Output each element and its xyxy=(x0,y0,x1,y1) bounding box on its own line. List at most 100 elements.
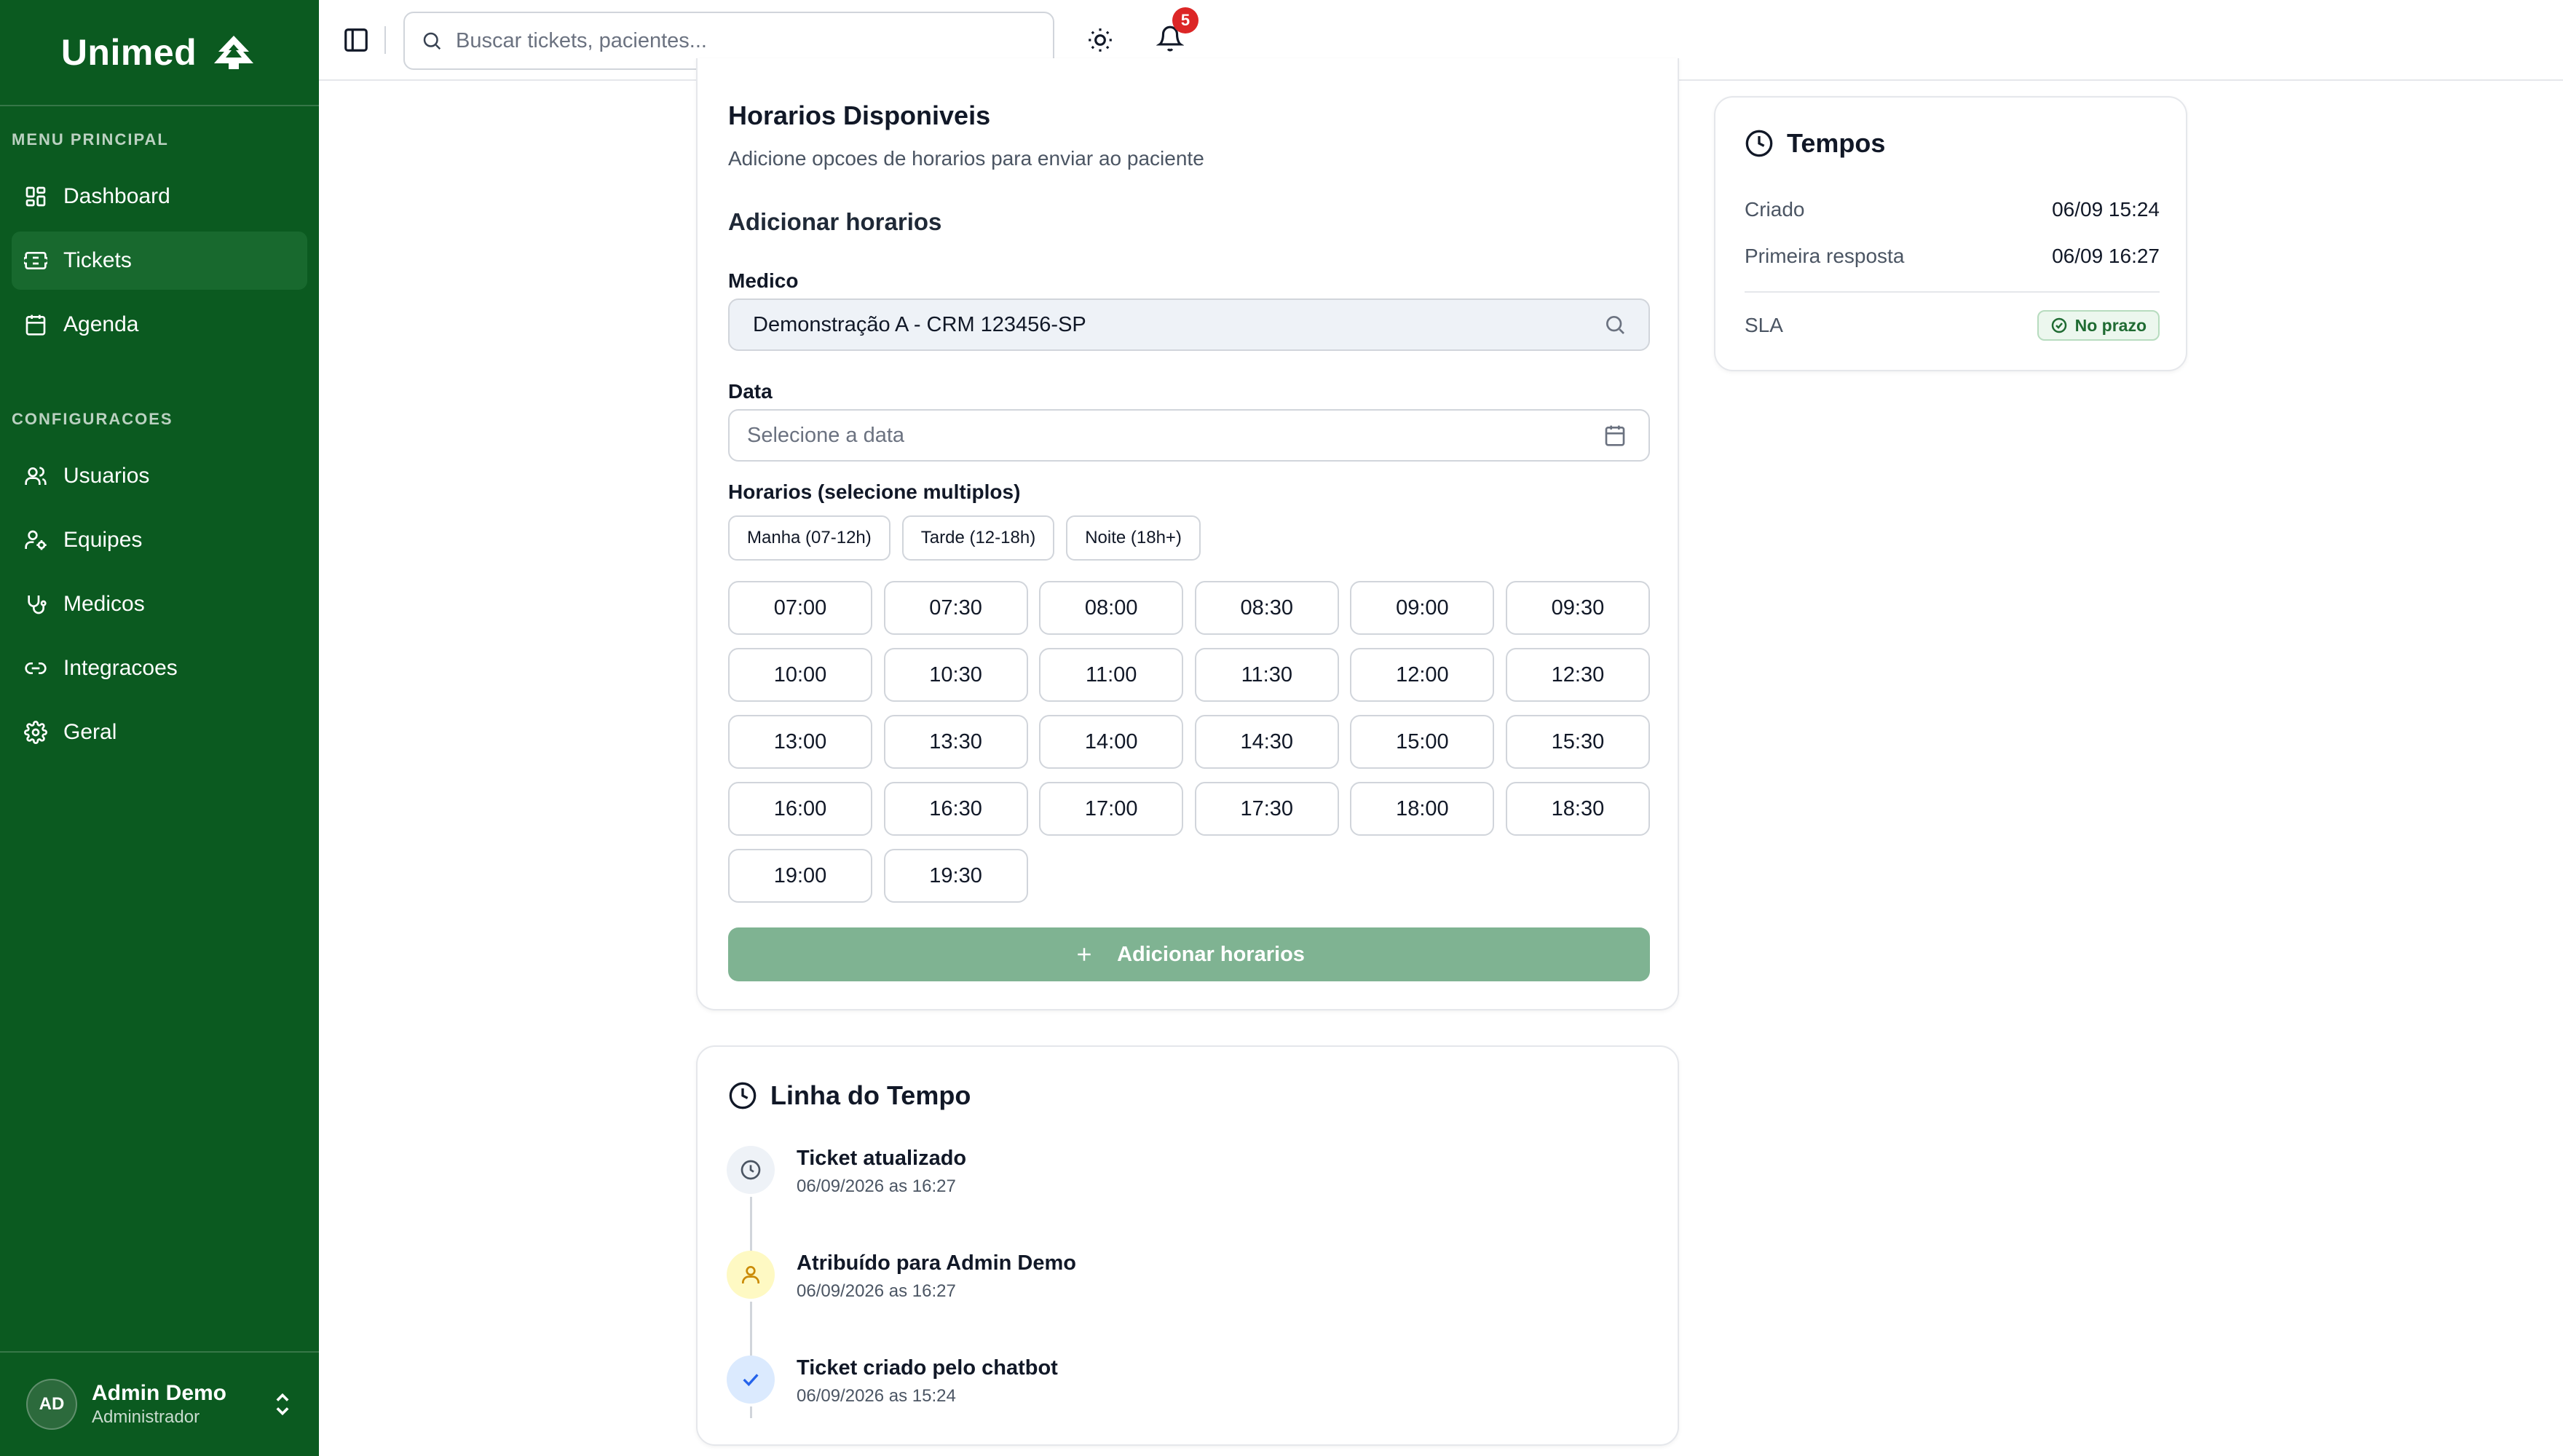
nav-config: Usuarios Equipes Medicos Integracoes Ger… xyxy=(0,447,319,761)
timeline-date: 06/09/2026 as 16:27 xyxy=(797,1281,956,1301)
time-slot-button[interactable]: 13:30 xyxy=(883,715,1028,769)
data-label: Data xyxy=(728,380,773,403)
plus-icon xyxy=(1078,948,1091,961)
sidebar-item-integracoes[interactable]: Integracoes xyxy=(12,639,307,697)
user-role: Administrador xyxy=(92,1407,200,1427)
time-slot-button[interactable]: 14:30 xyxy=(1194,715,1339,769)
sla-status: No prazo xyxy=(2074,315,2147,335)
sidebar-item-usuarios[interactable]: Usuarios xyxy=(12,447,307,505)
time-slot-button[interactable]: 07:00 xyxy=(728,581,872,635)
tempos-title: Tempos xyxy=(1787,128,1886,158)
timeline-connector xyxy=(750,1406,752,1418)
timeline-connector xyxy=(750,1197,752,1254)
time-slot-button[interactable]: 19:30 xyxy=(883,849,1028,903)
gear-icon xyxy=(24,721,47,744)
sidebar-item-label: Usuarios xyxy=(63,464,150,488)
timeline-connector xyxy=(750,1302,752,1358)
brand[interactable]: Unimed xyxy=(0,0,319,106)
time-slot-button[interactable]: 15:30 xyxy=(1505,715,1650,769)
time-slot-button[interactable]: 19:00 xyxy=(728,849,872,903)
stethoscope-icon xyxy=(28,596,47,614)
medico-select[interactable]: Demonstração A - CRM 123456-SP xyxy=(728,298,1650,351)
sidebar-item-tickets[interactable]: Tickets xyxy=(12,232,307,290)
chevrons-up-down-icon[interactable] xyxy=(272,1391,293,1417)
notification-badge: 5 xyxy=(1172,7,1198,33)
period-noite-button[interactable]: Noite (18h+) xyxy=(1066,515,1201,561)
sidebar: Unimed MENU PRINCIPAL Dashboard Tickets … xyxy=(0,0,319,1456)
sidebar-item-label: Medicos xyxy=(63,592,145,616)
timeline-header: Linha do Tempo xyxy=(728,1080,971,1111)
time-slot-button[interactable]: 08:00 xyxy=(1039,581,1184,635)
time-slot-button[interactable]: 09:30 xyxy=(1505,581,1650,635)
period-manha-button[interactable]: Manha (07-12h) xyxy=(728,515,890,561)
sidebar-item-label: Geral xyxy=(63,720,117,744)
time-slot-button[interactable]: 18:00 xyxy=(1350,782,1495,836)
timeline-title: Linha do Tempo xyxy=(770,1080,971,1110)
timeline-event: Atribuído para Admin Demo xyxy=(797,1251,1076,1275)
add-horarios-label: Adicionar horarios xyxy=(1117,942,1305,966)
sla-label: SLA xyxy=(1745,314,1783,336)
time-slot-button[interactable]: 14:00 xyxy=(1039,715,1184,769)
time-slot-button[interactable]: 16:00 xyxy=(728,782,872,836)
time-slot-button[interactable]: 09:00 xyxy=(1350,581,1495,635)
search-input[interactable] xyxy=(456,28,1037,53)
brand-name: Unimed xyxy=(60,32,197,73)
primeira-resposta-label: Primeira resposta xyxy=(1745,245,1905,267)
tempos-card: Tempos Criado 06/09 15:24 Primeira respo… xyxy=(1714,96,2187,371)
timeline-date: 06/09/2026 as 16:27 xyxy=(797,1176,956,1196)
time-slot-button[interactable]: 15:00 xyxy=(1350,715,1495,769)
date-picker[interactable]: Selecione a data xyxy=(728,409,1650,462)
time-slot-button[interactable]: 12:00 xyxy=(1350,648,1495,702)
time-slot-button[interactable]: 16:30 xyxy=(883,782,1028,836)
timeline-card: Linha do Tempo Ticket atualizado 06/09/2… xyxy=(696,1045,1679,1446)
time-slot-button[interactable]: 10:00 xyxy=(728,648,872,702)
status-badge: No prazo xyxy=(2037,310,2160,341)
timeline-text: Ticket criado pelo chatbot 06/09/2026 as… xyxy=(797,1354,1058,1411)
tempos-row-primeira-resposta: Primeira resposta 06/09 16:27 xyxy=(1745,245,2160,268)
tempos-divider xyxy=(1745,291,2160,293)
tempos-header: Tempos xyxy=(1745,128,1885,159)
sun-icon[interactable] xyxy=(1086,26,1114,54)
time-slot-button[interactable]: 07:30 xyxy=(883,581,1028,635)
time-slot-button[interactable]: 11:30 xyxy=(1194,648,1339,702)
date-placeholder: Selecione a data xyxy=(747,423,905,447)
users-icon xyxy=(25,467,47,485)
ticket-icon xyxy=(24,252,47,269)
sidebar-toggle-icon[interactable] xyxy=(342,26,370,54)
team-icon xyxy=(25,530,47,550)
timeline-dot xyxy=(727,1146,775,1194)
time-slot-button[interactable]: 17:30 xyxy=(1194,782,1339,836)
criado-value: 06/09 15:24 xyxy=(2052,198,2160,221)
timeline-text: Ticket atualizado 06/09/2026 as 16:27 xyxy=(797,1144,966,1201)
sidebar-item-label: Tickets xyxy=(63,248,132,272)
time-slot-button[interactable]: 18:30 xyxy=(1505,782,1650,836)
time-slot-button[interactable]: 17:00 xyxy=(1039,782,1184,836)
period-tarde-button[interactable]: Tarde (12-18h) xyxy=(901,515,1055,561)
link-icon xyxy=(25,662,47,674)
sidebar-item-agenda[interactable]: Agenda xyxy=(12,296,307,354)
primeira-resposta-value: 06/09 16:27 xyxy=(2052,245,2160,267)
time-slot-button[interactable]: 08:30 xyxy=(1194,581,1339,635)
time-slot-button[interactable]: 12:30 xyxy=(1505,648,1650,702)
search-icon xyxy=(423,32,441,50)
user-icon xyxy=(742,1266,759,1283)
add-horarios-button[interactable]: Adicionar horarios xyxy=(728,927,1650,981)
topbar-divider xyxy=(384,26,386,54)
dashboard-icon xyxy=(25,186,46,207)
time-slot-button[interactable]: 13:00 xyxy=(728,715,872,769)
horarios-subtitle: Adicione opcoes de horarios para enviar … xyxy=(728,147,1204,170)
clock-icon xyxy=(741,1160,761,1180)
user-name: Admin Demo xyxy=(92,1381,227,1405)
time-slot-button[interactable]: 10:30 xyxy=(883,648,1028,702)
sidebar-item-label: Equipes xyxy=(63,528,143,552)
medico-label: Medico xyxy=(728,269,799,292)
sidebar-item-label: Dashboard xyxy=(63,184,170,208)
user-info: Admin Demo Administrador xyxy=(92,1380,258,1428)
sidebar-item-medicos[interactable]: Medicos xyxy=(12,575,307,633)
sidebar-item-dashboard[interactable]: Dashboard xyxy=(12,167,307,226)
time-slot-button[interactable]: 11:00 xyxy=(1039,648,1184,702)
tempos-row-criado: Criado 06/09 15:24 xyxy=(1745,198,2160,221)
sidebar-item-equipes[interactable]: Equipes xyxy=(12,511,307,569)
user-menu[interactable]: AD Admin Demo Administrador xyxy=(0,1351,319,1456)
sidebar-item-geral[interactable]: Geral xyxy=(12,703,307,761)
